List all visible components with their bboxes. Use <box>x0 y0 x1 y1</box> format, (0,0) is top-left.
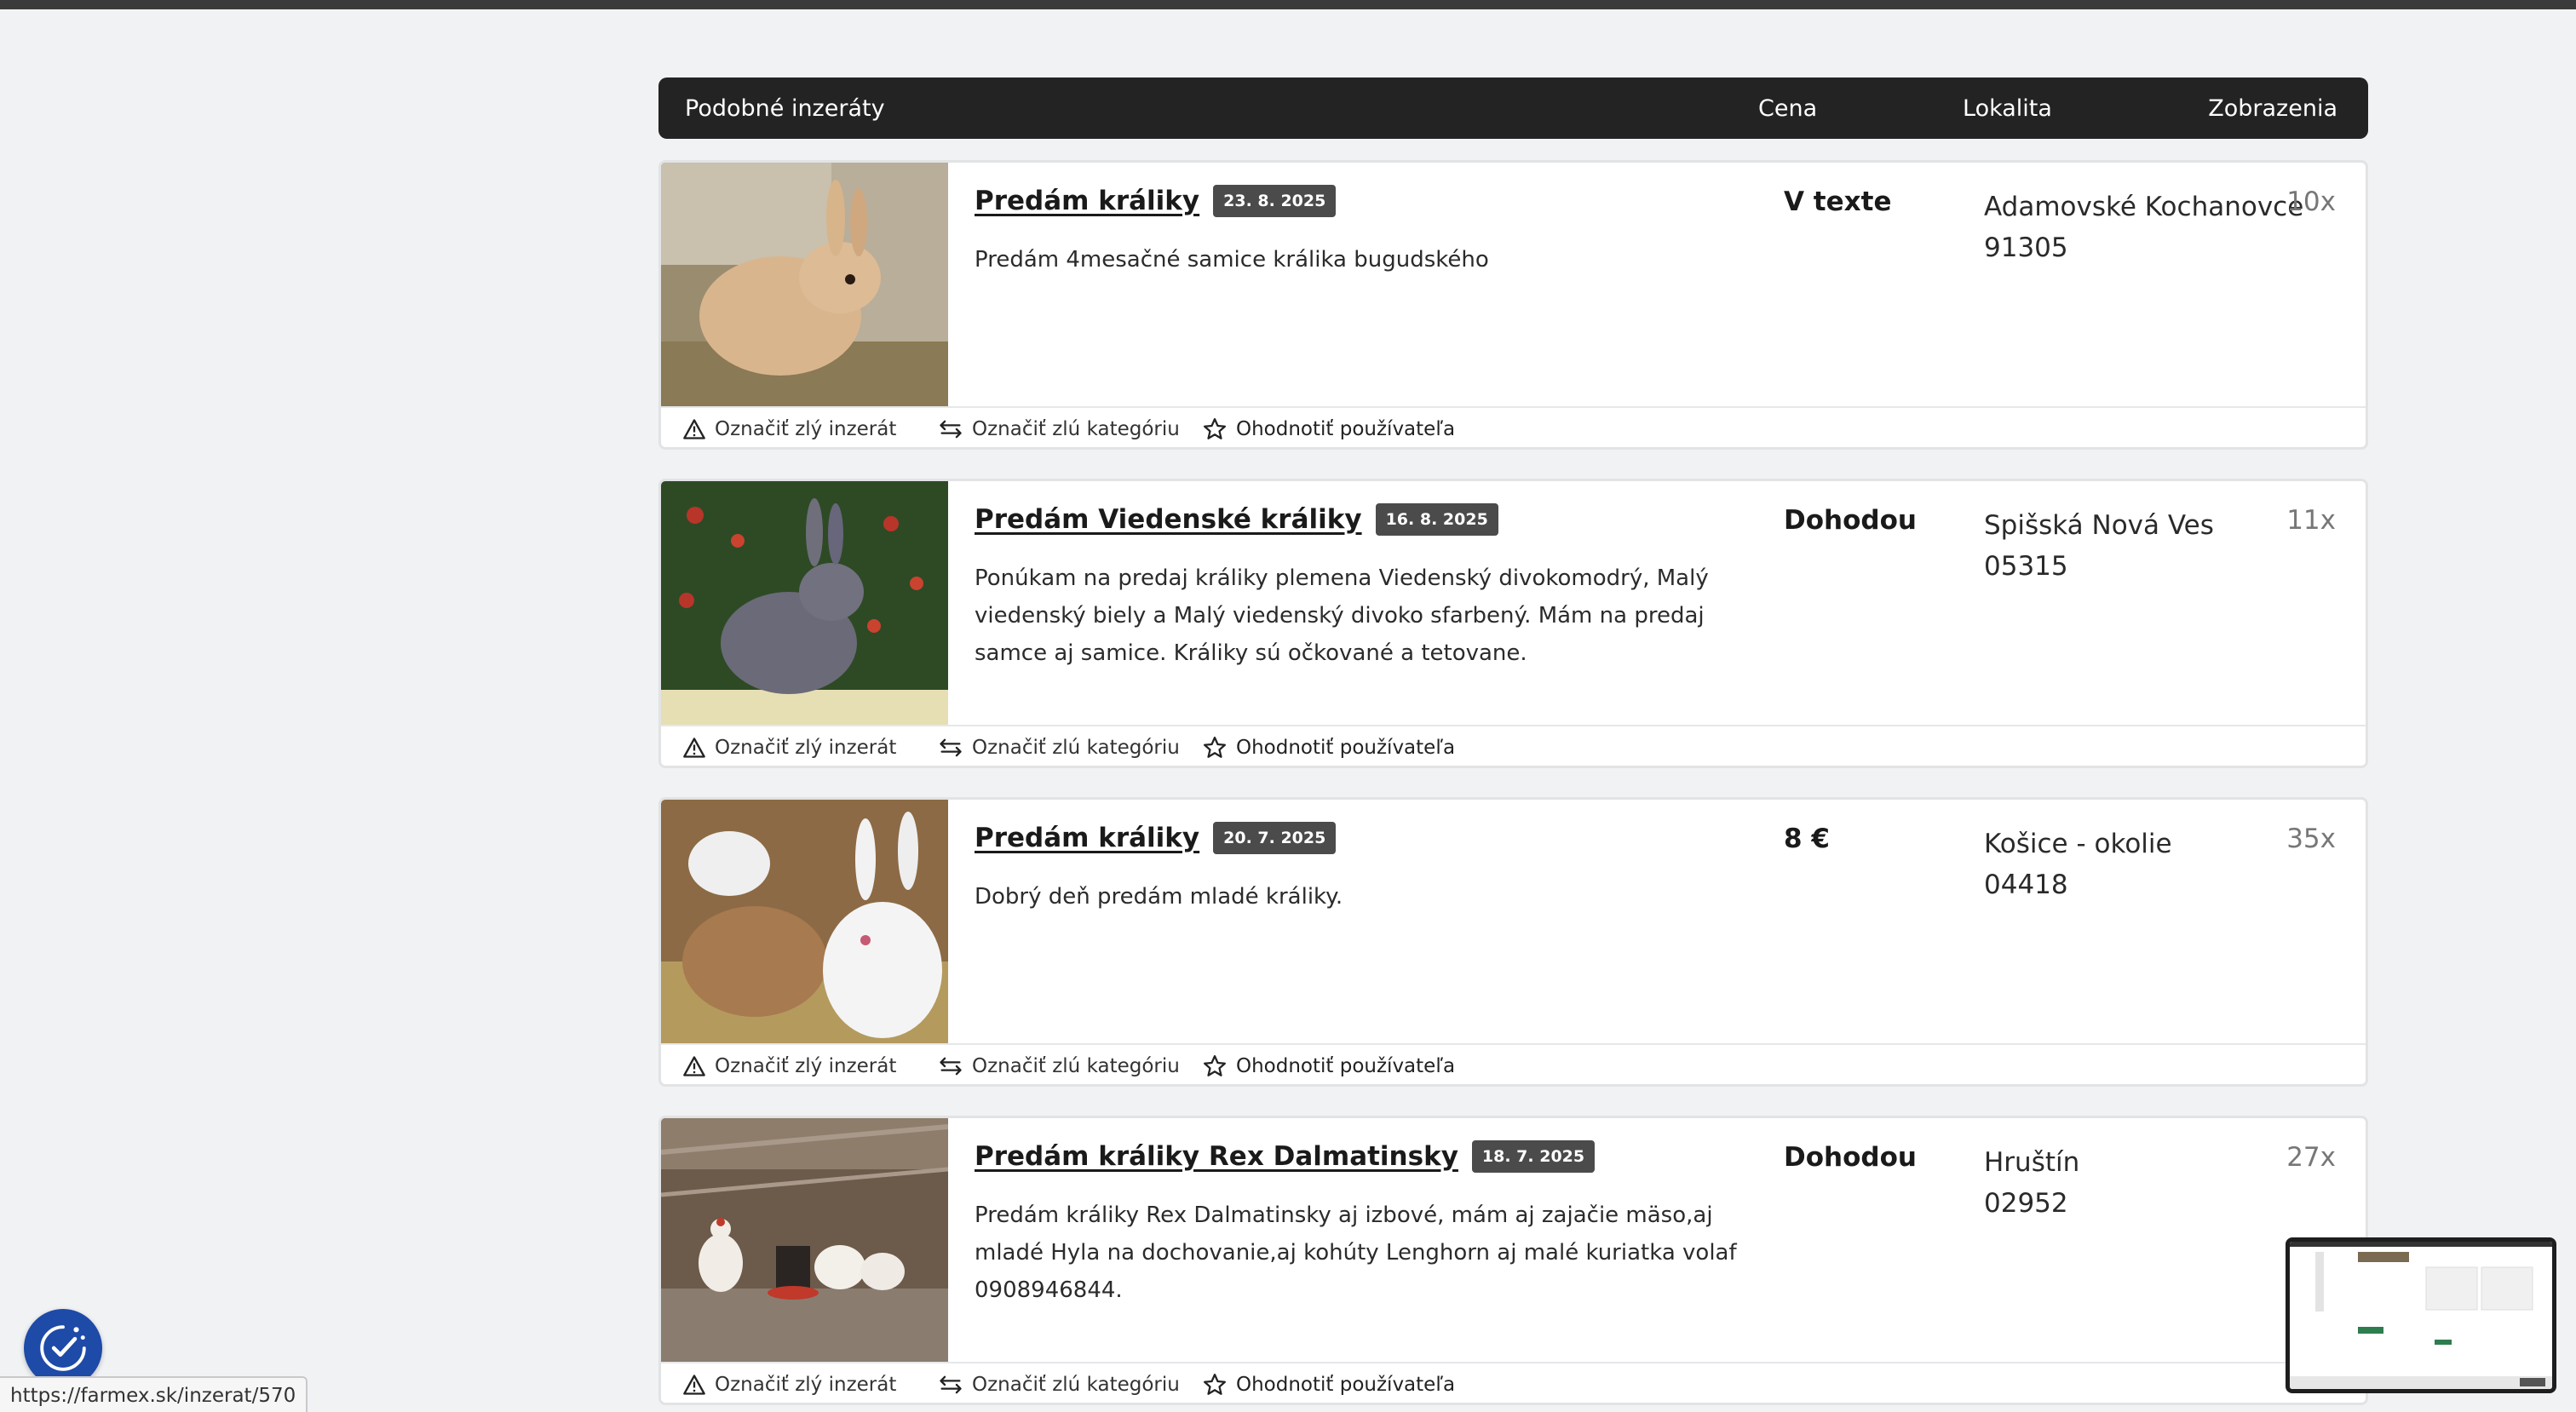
flag-ad-label: Označiť zlý inzerát <box>715 1373 897 1396</box>
warning-triangle-icon <box>683 1055 705 1076</box>
flag-ad-button[interactable]: Označiť zlý inzerát <box>682 418 896 440</box>
listing-actions: Označiť zlý inzerát Označiť zlú kategóri… <box>661 725 2366 766</box>
listing-description: Ponúkam na predaj králiky plemena Vieden… <box>975 565 1709 666</box>
listing-card: Predám králiky 20. 7. 2025 Dobrý deň pre… <box>658 797 2368 1087</box>
header-views: Zobrazenia <box>2208 95 2337 122</box>
flag-category-label: Označiť zlú kategóriu <box>972 417 1180 440</box>
page-preview-thumbnail[interactable] <box>2286 1237 2556 1393</box>
listing-location-name: Spišská Nová Ves <box>1984 510 2214 541</box>
page-preview-image <box>2290 1242 2552 1389</box>
swap-arrows-icon <box>940 420 962 438</box>
listing-description: Dobrý deň predám mladé králiky. <box>975 884 1343 910</box>
swap-arrows-icon <box>940 1375 962 1393</box>
rate-user-label: Ohodnotiť používateľa <box>1236 736 1456 759</box>
listing-title-link[interactable]: Predám králiky Rex Dalmatinsky <box>975 1141 1458 1172</box>
flag-category-label: Označiť zlú kategóriu <box>972 736 1180 759</box>
flag-category-button[interactable]: Označiť zlú kategóriu <box>938 737 1180 759</box>
rabbit-photo-image <box>661 163 948 406</box>
listing-price: Dohodou <box>1784 505 1917 536</box>
swap-arrows-icon <box>940 738 962 756</box>
listing-postal-code: 02952 <box>1984 1188 2068 1219</box>
listing-price: V texte <box>1784 187 1892 217</box>
rate-user-label: Ohodnotiť používateľa <box>1236 417 1456 440</box>
rate-user-label: Ohodnotiť používateľa <box>1236 1373 1456 1396</box>
similar-listings-section: Podobné inzeráty Cena Lokalita Zobrazeni… <box>658 77 2368 1405</box>
listing-actions: Označiť zlý inzerát Označiť zlú kategóri… <box>661 1043 2366 1084</box>
chickens-photo-image <box>661 1118 948 1362</box>
listing-card: Predám králiky Rex Dalmatinsky 18. 7. 20… <box>658 1116 2368 1405</box>
listing-postal-code: 04418 <box>1984 870 2068 900</box>
rabbit-photo-image <box>661 481 948 725</box>
header-price: Cena <box>1758 95 1818 122</box>
listing-location: Adamovské Kochanovce 91305 <box>1984 187 2303 268</box>
flag-category-label: Označiť zlú kategóriu <box>972 1054 1180 1077</box>
rate-user-button[interactable]: Ohodnotiť používateľa <box>1202 416 1455 442</box>
listing-card: Predám králiky 23. 8. 2025 Predám 4mesač… <box>658 160 2368 450</box>
listing-actions: Označiť zlý inzerát Označiť zlú kategóri… <box>661 1362 2366 1403</box>
listing-title-link[interactable]: Predám králiky <box>975 186 1199 216</box>
flag-ad-label: Označiť zlý inzerát <box>715 736 897 759</box>
listing-title-link[interactable]: Predám králiky <box>975 823 1199 853</box>
listing-date-badge: 16. 8. 2025 <box>1375 503 1498 536</box>
listing-price: 8 € <box>1784 824 1830 854</box>
browser-top-bar <box>0 0 2576 9</box>
listing-views: 35x <box>2286 824 2336 854</box>
listing-postal-code: 05315 <box>1984 551 2068 582</box>
warning-triangle-icon <box>683 418 705 439</box>
flag-ad-button[interactable]: Označiť zlý inzerát <box>682 737 896 759</box>
listing-location: Hruštín 02952 <box>1984 1142 2079 1224</box>
star-icon <box>1204 417 1226 439</box>
listing-price: Dohodou <box>1784 1142 1917 1173</box>
listing-views: 11x <box>2286 505 2336 536</box>
star-icon <box>1204 736 1226 758</box>
listing-thumbnail[interactable] <box>661 1118 948 1362</box>
flag-category-button[interactable]: Označiť zlú kategóriu <box>938 1055 1180 1077</box>
listing-card: Predám Viedenské králiky 16. 8. 2025 Pon… <box>658 479 2368 768</box>
star-icon <box>1204 1373 1226 1395</box>
listing-thumbnail[interactable] <box>661 163 948 406</box>
listing-description: Predám 4mesačné samice králika bugudskéh… <box>975 247 1489 273</box>
listing-views: 27x <box>2286 1142 2336 1173</box>
rabbit-photo-image <box>661 800 948 1043</box>
listing-thumbnail[interactable] <box>661 800 948 1043</box>
flag-ad-label: Označiť zlý inzerát <box>715 1054 897 1077</box>
listing-date-badge: 18. 7. 2025 <box>1471 1140 1596 1173</box>
rate-user-label: Ohodnotiť používateľa <box>1236 1054 1456 1077</box>
listing-views: 10x <box>2286 187 2336 217</box>
link-status-bar: https://farmex.sk/inzerat/570 <box>0 1376 308 1412</box>
star-icon <box>1204 1054 1226 1076</box>
listing-actions: Označiť zlý inzerát Označiť zlú kategóri… <box>661 406 2366 447</box>
listing-location: Spišská Nová Ves 05315 <box>1984 505 2214 587</box>
cookie-consent-icon <box>40 1325 86 1371</box>
swap-arrows-icon <box>940 1057 962 1075</box>
listing-description: Predám králiky Rex Dalmatinsky aj izbové… <box>975 1202 1737 1303</box>
header-title: Podobné inzeráty <box>685 95 885 122</box>
warning-triangle-icon <box>683 737 705 758</box>
rate-user-button[interactable]: Ohodnotiť používateľa <box>1202 1372 1455 1398</box>
listing-date-badge: 20. 7. 2025 <box>1213 822 1337 854</box>
flag-ad-label: Označiť zlý inzerát <box>715 417 897 440</box>
listing-postal-code: 91305 <box>1984 232 2068 263</box>
flag-category-button[interactable]: Označiť zlú kategóriu <box>938 1374 1180 1396</box>
listing-location-name: Adamovské Kochanovce <box>1984 192 2304 222</box>
listing-title-link[interactable]: Predám Viedenské králiky <box>975 504 1362 535</box>
similar-listings-header: Podobné inzeráty Cena Lokalita Zobrazeni… <box>658 77 2368 139</box>
listing-date-badge: 23. 8. 2025 <box>1213 185 1337 217</box>
flag-ad-button[interactable]: Označiť zlý inzerát <box>682 1374 896 1396</box>
warning-triangle-icon <box>683 1374 705 1395</box>
listing-location: Košice - okolie 04418 <box>1984 824 2172 905</box>
listing-location-name: Hruštín <box>1984 1147 2080 1178</box>
listing-location-name: Košice - okolie <box>1984 829 2172 859</box>
flag-ad-button[interactable]: Označiť zlý inzerát <box>682 1055 896 1077</box>
header-location: Lokalita <box>1963 95 2052 122</box>
flag-category-label: Označiť zlú kategóriu <box>972 1373 1180 1396</box>
listing-thumbnail[interactable] <box>661 481 948 725</box>
rate-user-button[interactable]: Ohodnotiť používateľa <box>1202 1053 1455 1079</box>
flag-category-button[interactable]: Označiť zlú kategóriu <box>938 418 1180 440</box>
rate-user-button[interactable]: Ohodnotiť používateľa <box>1202 735 1455 761</box>
